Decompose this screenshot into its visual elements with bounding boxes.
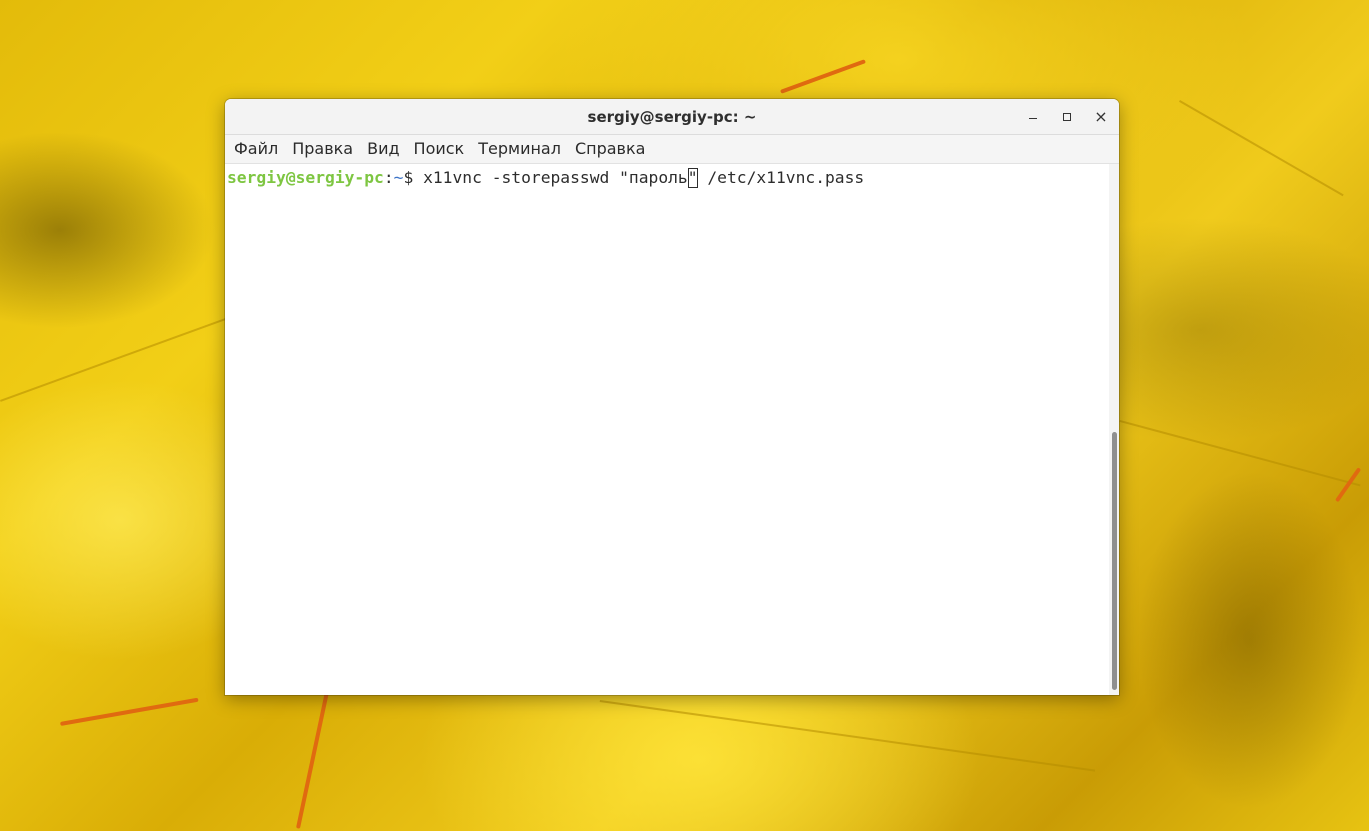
menu-bar: Файл Правка Вид Поиск Терминал Справка bbox=[225, 135, 1119, 164]
prompt-user: sergiy@sergiy-pc bbox=[227, 168, 384, 187]
background-leaf-vein bbox=[599, 700, 1096, 772]
vertical-scrollbar[interactable] bbox=[1109, 164, 1119, 695]
prompt-separator: : bbox=[383, 168, 394, 187]
command-text-rest: /etc/x11vnc.pass bbox=[697, 168, 865, 187]
prompt-path: ~ bbox=[393, 168, 404, 187]
menu-search[interactable]: Поиск bbox=[407, 135, 472, 163]
background-leaf-vein bbox=[1119, 420, 1361, 487]
terminal-output[interactable]: sergiy@sergiy-pc:~$ x11vnc -storepasswd … bbox=[225, 164, 1109, 695]
menu-help[interactable]: Справка bbox=[568, 135, 653, 163]
background-leaf-vein bbox=[0, 311, 246, 402]
menu-terminal[interactable]: Терминал bbox=[471, 135, 568, 163]
minimize-button[interactable] bbox=[1021, 105, 1045, 129]
terminal-window[interactable]: sergiy@sergiy-pc: ~ × Файл Правка Вид По… bbox=[225, 99, 1119, 695]
maximize-icon bbox=[1063, 113, 1071, 121]
menu-file[interactable]: Файл bbox=[227, 135, 285, 163]
background-leaf-stem bbox=[60, 697, 199, 726]
title-bar[interactable]: sergiy@sergiy-pc: ~ × bbox=[225, 99, 1119, 135]
menu-view[interactable]: Вид bbox=[360, 135, 406, 163]
background-leaf-vein bbox=[1179, 100, 1344, 197]
minimize-icon bbox=[1029, 118, 1037, 119]
close-icon: × bbox=[1094, 107, 1108, 126]
close-button[interactable]: × bbox=[1089, 105, 1113, 129]
terminal-line: sergiy@sergiy-pc:~$ x11vnc -storepasswd … bbox=[227, 168, 1109, 188]
background-leaf-stem bbox=[296, 691, 330, 829]
background-leaf-stem bbox=[780, 59, 866, 94]
window-title: sergiy@sergiy-pc: ~ bbox=[587, 108, 757, 126]
maximize-button[interactable] bbox=[1055, 105, 1079, 129]
text-cursor: " bbox=[687, 168, 698, 188]
menu-edit[interactable]: Правка bbox=[285, 135, 360, 163]
prompt-symbol: $ bbox=[403, 168, 424, 187]
command-text: x11vnc -storepasswd "пароль bbox=[423, 168, 688, 187]
scrollbar-thumb[interactable] bbox=[1112, 432, 1117, 690]
